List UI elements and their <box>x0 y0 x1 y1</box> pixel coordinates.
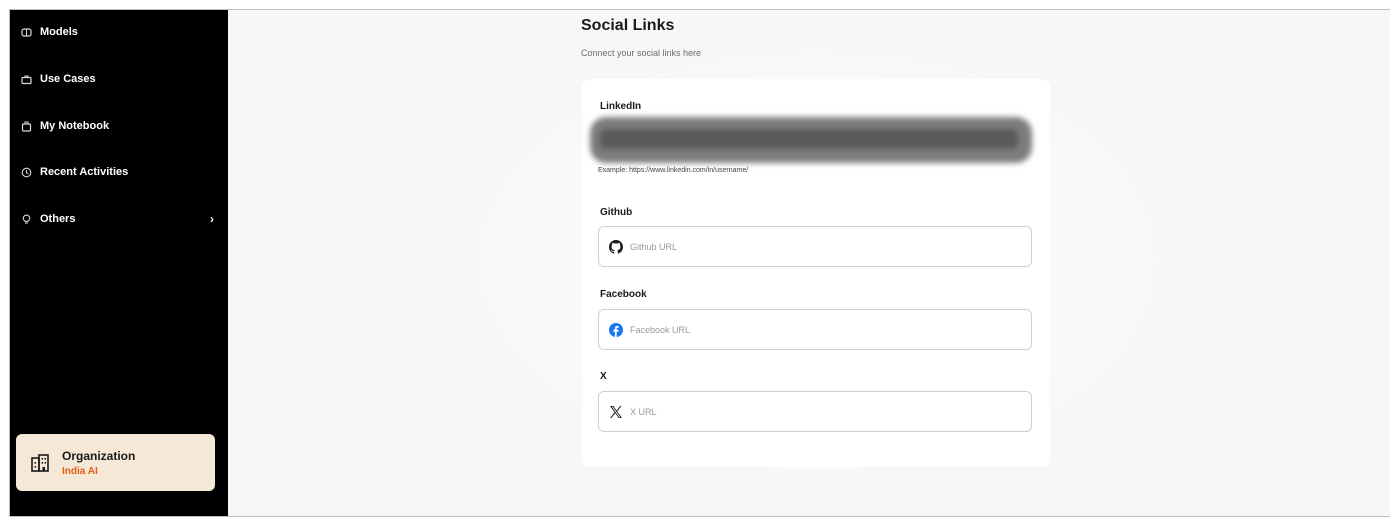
social-links-card: LinkedIn Example: https://www.linkedin.c… <box>582 79 1050 467</box>
github-label: Github <box>600 207 633 218</box>
sidebar: Models Use Cases My Notebook Recent Acti… <box>10 10 228 516</box>
x-url-input[interactable]: X URL <box>598 391 1032 432</box>
sidebar-item-label: Recent Activities <box>40 166 129 178</box>
x-label: X <box>600 371 607 382</box>
organization-name: India AI <box>62 465 98 477</box>
page-subtitle: Connect your social links here <box>581 48 702 58</box>
facebook-url-input[interactable]: Facebook URL <box>598 309 1032 350</box>
sidebar-item-my-notebook[interactable]: My Notebook <box>10 114 228 138</box>
notebook-icon <box>18 119 34 133</box>
use-cases-icon <box>18 72 34 86</box>
organization-text: Organization India AI <box>62 449 135 477</box>
linkedin-value-redacted <box>600 129 1018 149</box>
sidebar-item-label: My Notebook <box>40 120 110 132</box>
sidebar-item-label: Others <box>40 213 76 225</box>
organization-card[interactable]: Organization India AI <box>16 434 215 491</box>
models-icon <box>18 25 34 39</box>
facebook-label: Facebook <box>600 289 647 300</box>
sidebar-item-label: Use Cases <box>40 73 96 85</box>
linkedin-hint: Example: https://www.linkedin.com/in/use… <box>598 167 749 174</box>
github-url-input[interactable]: Github URL <box>598 226 1032 267</box>
facebook-placeholder: Facebook URL <box>630 324 691 335</box>
github-placeholder: Github URL <box>630 241 678 252</box>
sidebar-item-others[interactable]: Others › <box>10 207 228 231</box>
main-content: Social Links Connect your social links h… <box>228 10 1390 516</box>
chevron-right-icon: › <box>210 212 214 226</box>
x-placeholder: X URL <box>630 406 657 417</box>
x-logo-icon <box>609 405 623 419</box>
page-title: Social Links <box>581 17 675 34</box>
clock-icon <box>18 165 34 179</box>
bulb-icon <box>18 212 34 226</box>
sidebar-item-recent-activities[interactable]: Recent Activities <box>10 160 228 184</box>
sidebar-item-models[interactable]: Models <box>10 20 228 44</box>
linkedin-label: LinkedIn <box>600 101 642 112</box>
organization-title: Organization <box>62 448 136 463</box>
facebook-icon <box>609 322 623 337</box>
building-icon <box>31 453 49 472</box>
sidebar-item-label: Models <box>40 26 78 38</box>
sidebar-item-use-cases[interactable]: Use Cases <box>10 67 228 91</box>
app-window: Models Use Cases My Notebook Recent Acti… <box>9 9 1390 517</box>
github-icon <box>609 239 623 254</box>
